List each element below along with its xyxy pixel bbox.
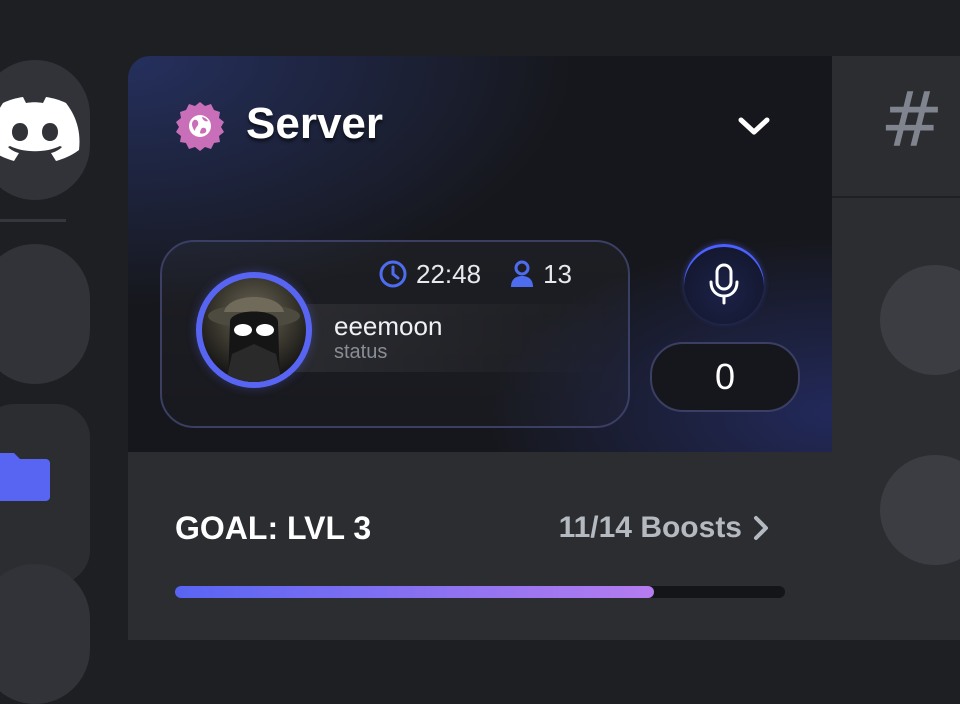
home-button[interactable] [0,60,90,200]
microphone-icon [709,263,739,305]
boost-progress-link[interactable]: 11/14 Boosts [559,508,770,548]
channel-divider [832,196,960,198]
hash-icon[interactable]: # [880,80,950,160]
microphone-button[interactable] [684,244,764,324]
boost-progress-text: 11/14 Boosts [558,511,742,544]
clock-icon [379,260,407,288]
rail-separator [0,219,66,222]
avatar-image [202,278,306,382]
server-panel: Server 22:48 13 eeemoon status 0 GOAL: L… [128,56,832,640]
member-count: 13 [543,258,572,289]
discord-logo-icon [0,97,80,161]
counter-pill[interactable]: 0 [650,342,800,412]
user-status: status [334,341,388,363]
globe-badge-icon [176,102,224,151]
voice-user-card[interactable]: 22:48 13 eeemoon status [160,240,630,428]
chevron-right-icon [754,516,768,540]
chevron-down-icon[interactable] [734,110,774,140]
user-icon [511,260,534,287]
server-icon[interactable] [0,564,90,704]
boost-goal-label: GOAL: LVL 3 [175,510,372,546]
server-name[interactable]: Server [246,96,383,152]
boost-progress-bar [175,586,785,598]
server-icon[interactable] [0,244,90,384]
boost-progress-fill [175,586,655,598]
username: eeemoon [334,311,443,341]
avatar[interactable] [196,272,312,388]
server-banner: Server 22:48 13 eeemoon status 0 [128,56,832,452]
voice-time: 22:48 [416,258,482,289]
voice-meta: 22:48 13 [378,258,572,290]
folder-icon [0,453,50,501]
